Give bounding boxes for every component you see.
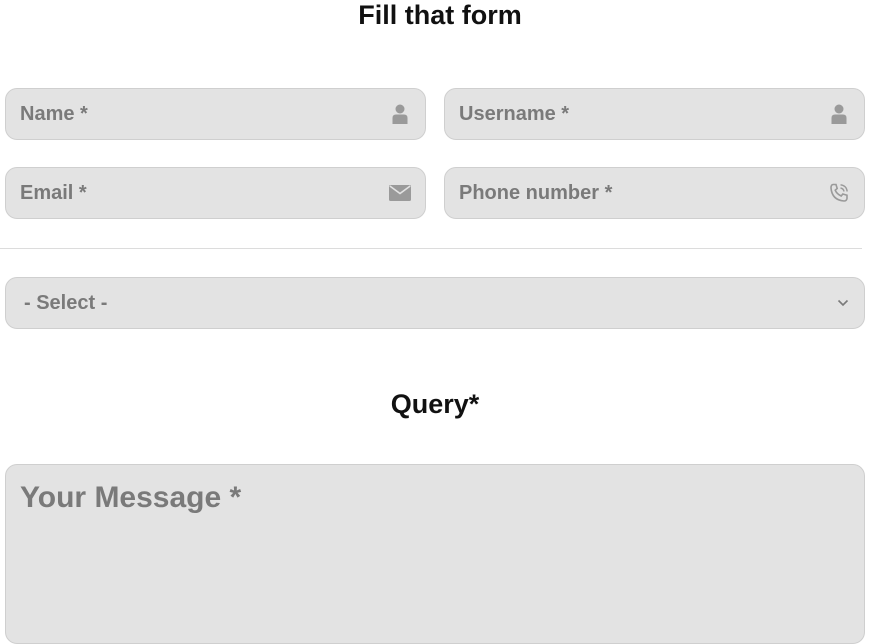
message-input[interactable] (20, 481, 850, 627)
subject-select-input[interactable]: - Select - (24, 278, 826, 328)
phone-input[interactable] (459, 168, 822, 218)
name-input[interactable] (20, 89, 383, 139)
chevron-down-icon[interactable] (832, 292, 854, 314)
email-field[interactable] (5, 167, 426, 219)
username-input[interactable] (459, 89, 822, 139)
user-icon (389, 103, 411, 125)
name-field[interactable] (5, 88, 426, 140)
envelope-icon (389, 182, 411, 204)
divider (0, 248, 862, 249)
subject-select[interactable]: - Select - (5, 277, 865, 329)
user-icon (828, 103, 850, 125)
query-label: Query* (390, 389, 480, 419)
form-title: Fill that form (358, 0, 522, 30)
phone-icon (828, 182, 850, 204)
username-field[interactable] (444, 88, 865, 140)
phone-field[interactable] (444, 167, 865, 219)
email-input[interactable] (20, 168, 383, 218)
message-field[interactable] (5, 464, 865, 644)
